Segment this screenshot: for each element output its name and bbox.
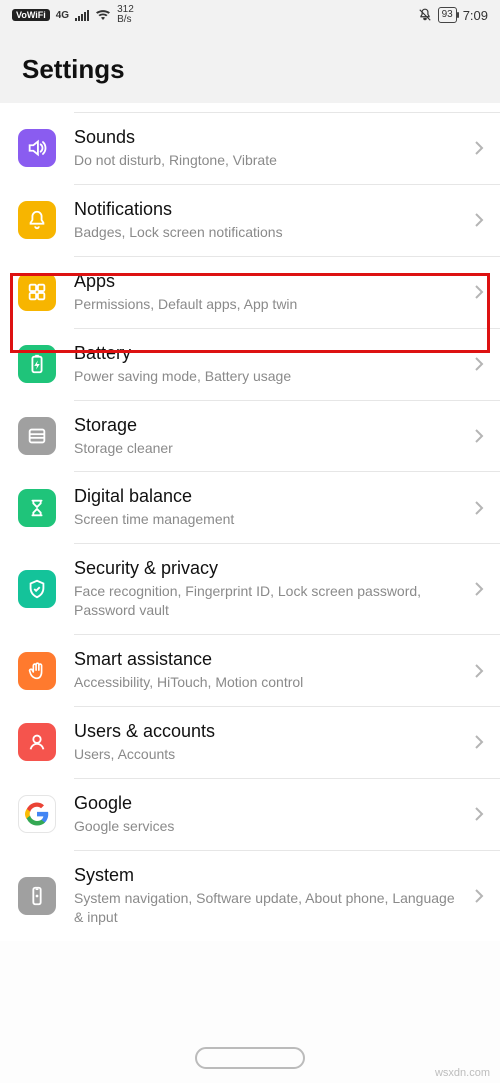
row-sub: Badges, Lock screen notifications <box>74 223 466 242</box>
chevron-right-icon <box>474 888 484 904</box>
status-right: 93 7:09 <box>418 7 488 23</box>
chevron-right-icon <box>474 140 484 156</box>
chevron-right-icon <box>474 581 484 597</box>
gesture-nav-pill[interactable] <box>195 1047 305 1069</box>
row-sub: Screen time management <box>74 510 466 529</box>
system-icon <box>18 877 56 915</box>
storage-icon <box>18 417 56 455</box>
user-icon <box>18 723 56 761</box>
row-title: Users & accounts <box>74 721 466 742</box>
row-title: Smart assistance <box>74 649 466 670</box>
row-title: Security & privacy <box>74 558 466 579</box>
vowifi-badge: VoWiFi <box>12 9 50 21</box>
row-users-accounts[interactable]: Users & accounts Users, Accounts <box>0 707 500 778</box>
row-title: Google <box>74 793 466 814</box>
row-sub: Accessibility, HiTouch, Motion control <box>74 673 466 692</box>
settings-list[interactable]: Sounds Do not disturb, Ringtone, Vibrate… <box>0 103 500 941</box>
page-title: Settings <box>22 54 478 85</box>
battery-indicator: 93 <box>438 7 457 23</box>
row-notifications[interactable]: Notifications Badges, Lock screen notifi… <box>0 185 500 256</box>
row-sub: Face recognition, Fingerprint ID, Lock s… <box>74 582 466 620</box>
row-title: Storage <box>74 415 466 436</box>
row-title: Apps <box>74 271 466 292</box>
battery-icon <box>18 345 56 383</box>
row-storage[interactable]: Storage Storage cleaner <box>0 401 500 472</box>
row-title: Sounds <box>74 127 466 148</box>
status-bar: VoWiFi 4G 312 B/s 93 7:09 <box>0 0 500 30</box>
row-title: System <box>74 865 466 886</box>
data-rate: 312 B/s <box>117 5 134 25</box>
clock: 7:09 <box>463 8 488 23</box>
chevron-right-icon <box>474 663 484 679</box>
header: Settings <box>0 30 500 103</box>
chevron-right-icon <box>474 212 484 228</box>
bell-icon <box>18 201 56 239</box>
row-sub: Power saving mode, Battery usage <box>74 367 466 386</box>
hand-icon <box>18 652 56 690</box>
watermark: wsxdn.com <box>435 1067 490 1079</box>
chevron-right-icon <box>474 500 484 516</box>
row-sub: Permissions, Default apps, App twin <box>74 295 466 314</box>
sound-icon <box>18 129 56 167</box>
mute-icon <box>418 8 432 22</box>
row-title: Notifications <box>74 199 466 220</box>
wifi-icon <box>95 9 111 21</box>
row-title: Battery <box>74 343 466 364</box>
chevron-right-icon <box>474 284 484 300</box>
row-sub: Google services <box>74 817 466 836</box>
row-system[interactable]: System System navigation, Software updat… <box>0 851 500 941</box>
status-left: VoWiFi 4G 312 B/s <box>12 5 134 25</box>
row-sub: System navigation, Software update, Abou… <box>74 889 466 927</box>
row-smart-assistance[interactable]: Smart assistance Accessibility, HiTouch,… <box>0 635 500 706</box>
row-sub: Users, Accounts <box>74 745 466 764</box>
row-apps[interactable]: Apps Permissions, Default apps, App twin <box>0 257 500 328</box>
row-sub: Storage cleaner <box>74 439 466 458</box>
row-battery[interactable]: Battery Power saving mode, Battery usage <box>0 329 500 400</box>
network-label: 4G <box>56 10 69 21</box>
shield-icon <box>18 570 56 608</box>
signal-icon <box>75 9 89 21</box>
row-google[interactable]: Google Google services <box>0 779 500 850</box>
chevron-right-icon <box>474 734 484 750</box>
row-digital-balance[interactable]: Digital balance Screen time management <box>0 472 500 543</box>
row-sub: Do not disturb, Ringtone, Vibrate <box>74 151 466 170</box>
chevron-right-icon <box>474 806 484 822</box>
chevron-right-icon <box>474 356 484 372</box>
google-icon <box>18 795 56 833</box>
chevron-right-icon <box>474 428 484 444</box>
row-title: Digital balance <box>74 486 466 507</box>
row-sounds[interactable]: Sounds Do not disturb, Ringtone, Vibrate <box>0 113 500 184</box>
hourglass-icon <box>18 489 56 527</box>
apps-icon <box>18 273 56 311</box>
row-security[interactable]: Security & privacy Face recognition, Fin… <box>0 544 500 634</box>
